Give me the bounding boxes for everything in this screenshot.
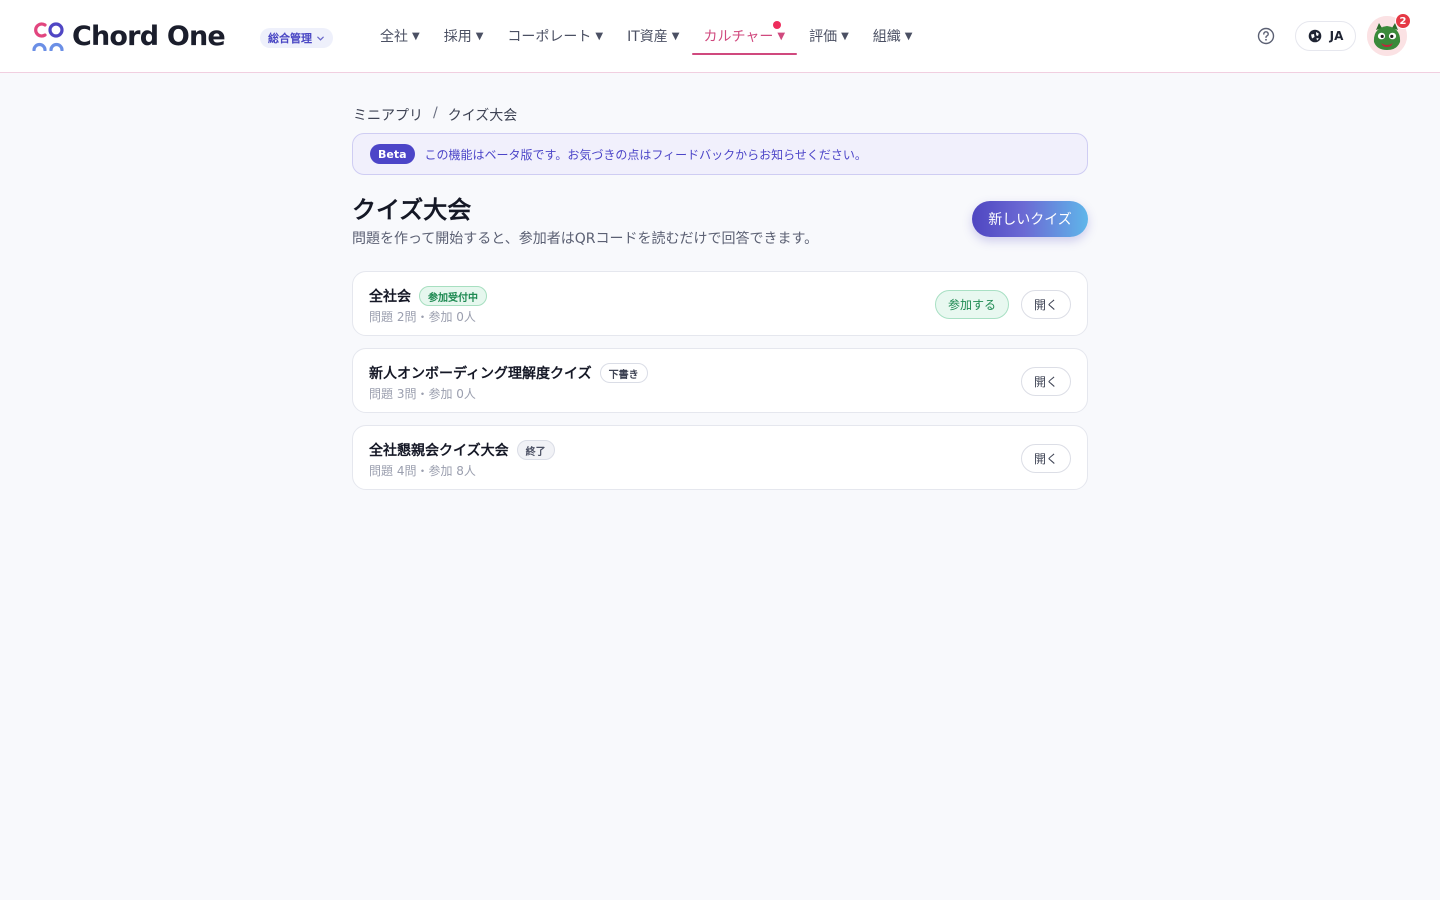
quiz-name: 新人オンボーディング理解度クイズ xyxy=(369,366,592,382)
nav-item-corporate[interactable]: コーポレート ▼ xyxy=(495,0,615,72)
chord-one-logo-icon xyxy=(32,22,64,51)
caret-down-icon: ▼ xyxy=(595,30,604,42)
nav-label: 採用 xyxy=(443,29,472,45)
join-button[interactable]: 参加する xyxy=(935,290,1009,319)
nav-label: 全社 xyxy=(380,29,408,45)
scope-label: 総合管理 xyxy=(268,32,312,45)
open-button[interactable]: 開く xyxy=(1021,444,1071,473)
quiz-meta: 問題 4問・参加 8人 xyxy=(369,464,476,478)
breadcrumb: ミニアプリ / クイズ大会 xyxy=(353,105,517,125)
caret-down-icon: ▼ xyxy=(904,30,913,42)
quiz-title-row: 全社会 参加受付中 xyxy=(369,286,487,306)
quiz-title-row: 全社懇親会クイズ大会 終了 xyxy=(369,440,555,460)
nav-label: 評価 xyxy=(809,29,838,45)
nav-item-culture[interactable]: カルチャー ▼ xyxy=(691,0,798,72)
caret-down-icon: ▼ xyxy=(841,30,849,42)
status-badge: 終了 xyxy=(516,440,555,460)
breadcrumb-separator: / xyxy=(433,105,438,121)
caret-down-icon: ▼ xyxy=(777,30,786,42)
breadcrumb-current: クイズ大会 xyxy=(447,108,518,124)
open-button[interactable]: 開く xyxy=(1021,367,1071,396)
quiz-card: 全社懇親会クイズ大会 終了 問題 4問・参加 8人 開く xyxy=(352,425,1088,490)
nav-label: コーポレート xyxy=(507,29,592,45)
quiz-meta: 問題 2問・参加 0人 xyxy=(369,310,476,324)
language-code: JA xyxy=(1329,29,1344,43)
quiz-card: 新人オンボーディング理解度クイズ 下書き 問題 3問・参加 0人 開く xyxy=(352,348,1088,413)
quiz-card: 全社会 参加受付中 問題 2問・参加 0人 参加する 開く xyxy=(352,271,1088,336)
page-title: クイズ大会 xyxy=(352,196,472,224)
chevron-down-icon xyxy=(317,36,324,41)
nav-item-it-assets[interactable]: IT資産 ▼ xyxy=(615,0,691,72)
quiz-name: 全社会 xyxy=(369,289,411,305)
nav-label: IT資産 xyxy=(627,29,668,45)
caret-down-icon: ▼ xyxy=(412,30,420,42)
notification-dot xyxy=(773,21,782,29)
page-subtitle: 問題を作って開始すると、参加者はQRコードを読むだけで回答できます。 xyxy=(352,231,819,247)
nav-label: 組織 xyxy=(872,29,901,45)
quiz-title-row: 新人オンボーディング理解度クイズ 下書き xyxy=(369,363,648,383)
beta-banner: Beta この機能はベータ版です。お気づきの点はフィードバックからお知らせくださ… xyxy=(352,133,1088,175)
caret-down-icon: ▼ xyxy=(475,30,484,42)
main-nav: 全社 ▼ 採用 ▼ コーポレート ▼ IT資産 ▼ カルチャー ▼ 評価 ▼ 組… xyxy=(368,0,924,72)
help-icon[interactable] xyxy=(1257,27,1275,45)
new-quiz-button[interactable]: 新しいクイズ xyxy=(972,201,1088,237)
nav-item-recruiting[interactable]: 採用 ▼ xyxy=(432,0,496,72)
quiz-name: 全社懇親会クイズ大会 xyxy=(369,443,509,459)
caret-down-icon: ▼ xyxy=(671,30,680,42)
open-button[interactable]: 開く xyxy=(1021,290,1071,319)
status-badge: 参加受付中 xyxy=(419,286,487,306)
top-header: Chord One 総合管理 全社 ▼ 採用 ▼ コーポレート ▼ IT資産 ▼… xyxy=(0,0,1440,73)
language-switcher[interactable]: JA xyxy=(1295,21,1356,51)
beta-tag: Beta xyxy=(370,144,415,164)
scope-selector[interactable]: 総合管理 xyxy=(260,28,333,48)
beta-message: この機能はベータ版です。お気づきの点はフィードバックからお知らせください。 xyxy=(424,147,867,162)
status-badge: 下書き xyxy=(599,363,648,383)
nav-label: カルチャー xyxy=(703,29,774,45)
quiz-meta: 問題 3問・参加 0人 xyxy=(369,387,476,401)
notification-count-badge: 2 xyxy=(1395,13,1411,29)
brand-logo[interactable]: Chord One xyxy=(32,18,226,54)
brand-name: Chord One xyxy=(72,20,226,52)
globe-icon xyxy=(1308,29,1321,43)
breadcrumb-parent[interactable]: ミニアプリ xyxy=(353,105,423,125)
nav-item-company[interactable]: 全社 ▼ xyxy=(368,0,432,72)
nav-item-organization[interactable]: 組織 ▼ xyxy=(861,0,925,72)
nav-item-evaluation[interactable]: 評価 ▼ xyxy=(797,0,861,72)
